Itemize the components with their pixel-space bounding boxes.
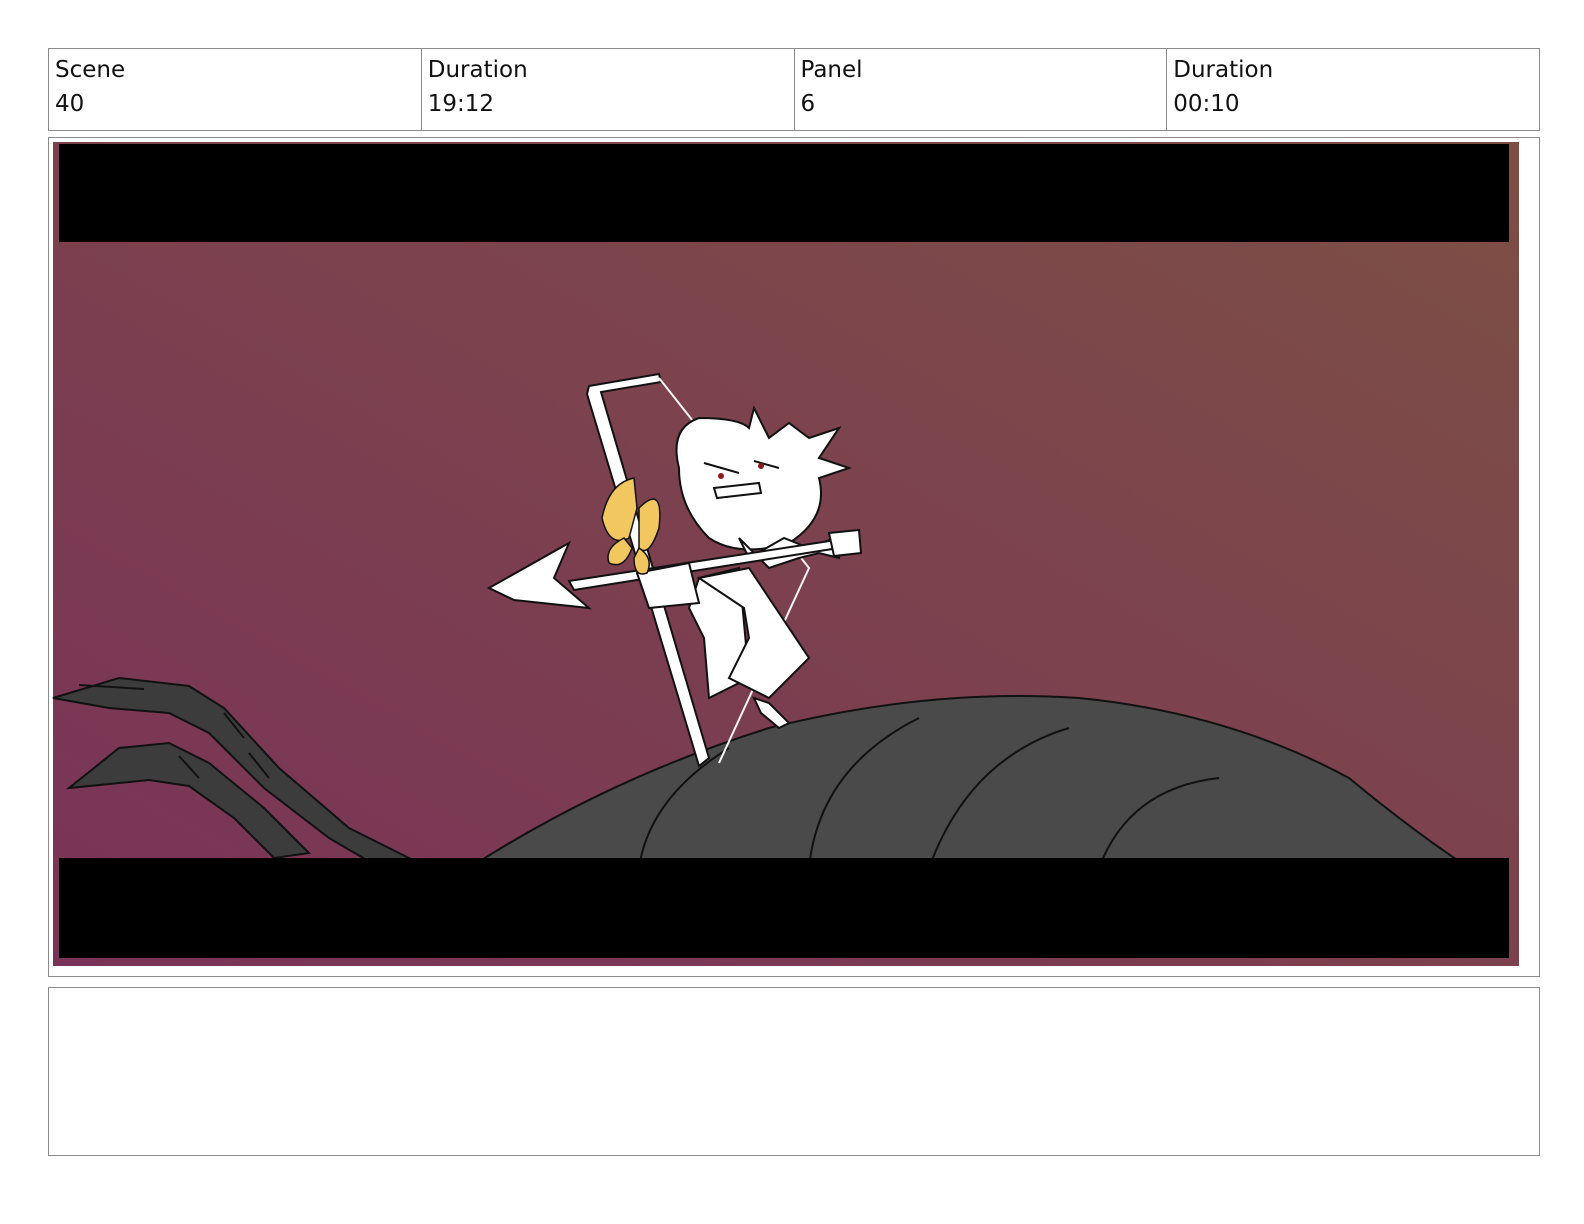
panel-duration-cell: Duration 00:10 bbox=[1167, 49, 1539, 130]
letterbox-bottom bbox=[59, 858, 1509, 958]
panel-value: 6 bbox=[800, 91, 816, 117]
scene-label: Scene bbox=[55, 57, 126, 83]
panel-notes-box[interactable] bbox=[48, 987, 1540, 1156]
scene-cell: Scene 40 bbox=[49, 49, 422, 130]
scene-duration-label: Duration bbox=[427, 57, 528, 83]
storyboard-panel-frame bbox=[48, 137, 1540, 977]
letterbox-top bbox=[59, 144, 1509, 242]
panel-label: Panel bbox=[800, 57, 863, 83]
panel-duration-value: 00:10 bbox=[1173, 91, 1240, 117]
panel-cell: Panel 6 bbox=[795, 49, 1168, 130]
scene-value: 40 bbox=[55, 91, 85, 117]
storyboard-panel-image bbox=[52, 142, 1519, 966]
panel-duration-label: Duration bbox=[1173, 57, 1274, 83]
scene-duration-cell: Duration 19:12 bbox=[422, 49, 795, 130]
panel-header: Scene 40 Duration 19:12 Panel 6 Duration… bbox=[48, 48, 1540, 131]
scene-duration-value: 19:12 bbox=[427, 91, 495, 117]
